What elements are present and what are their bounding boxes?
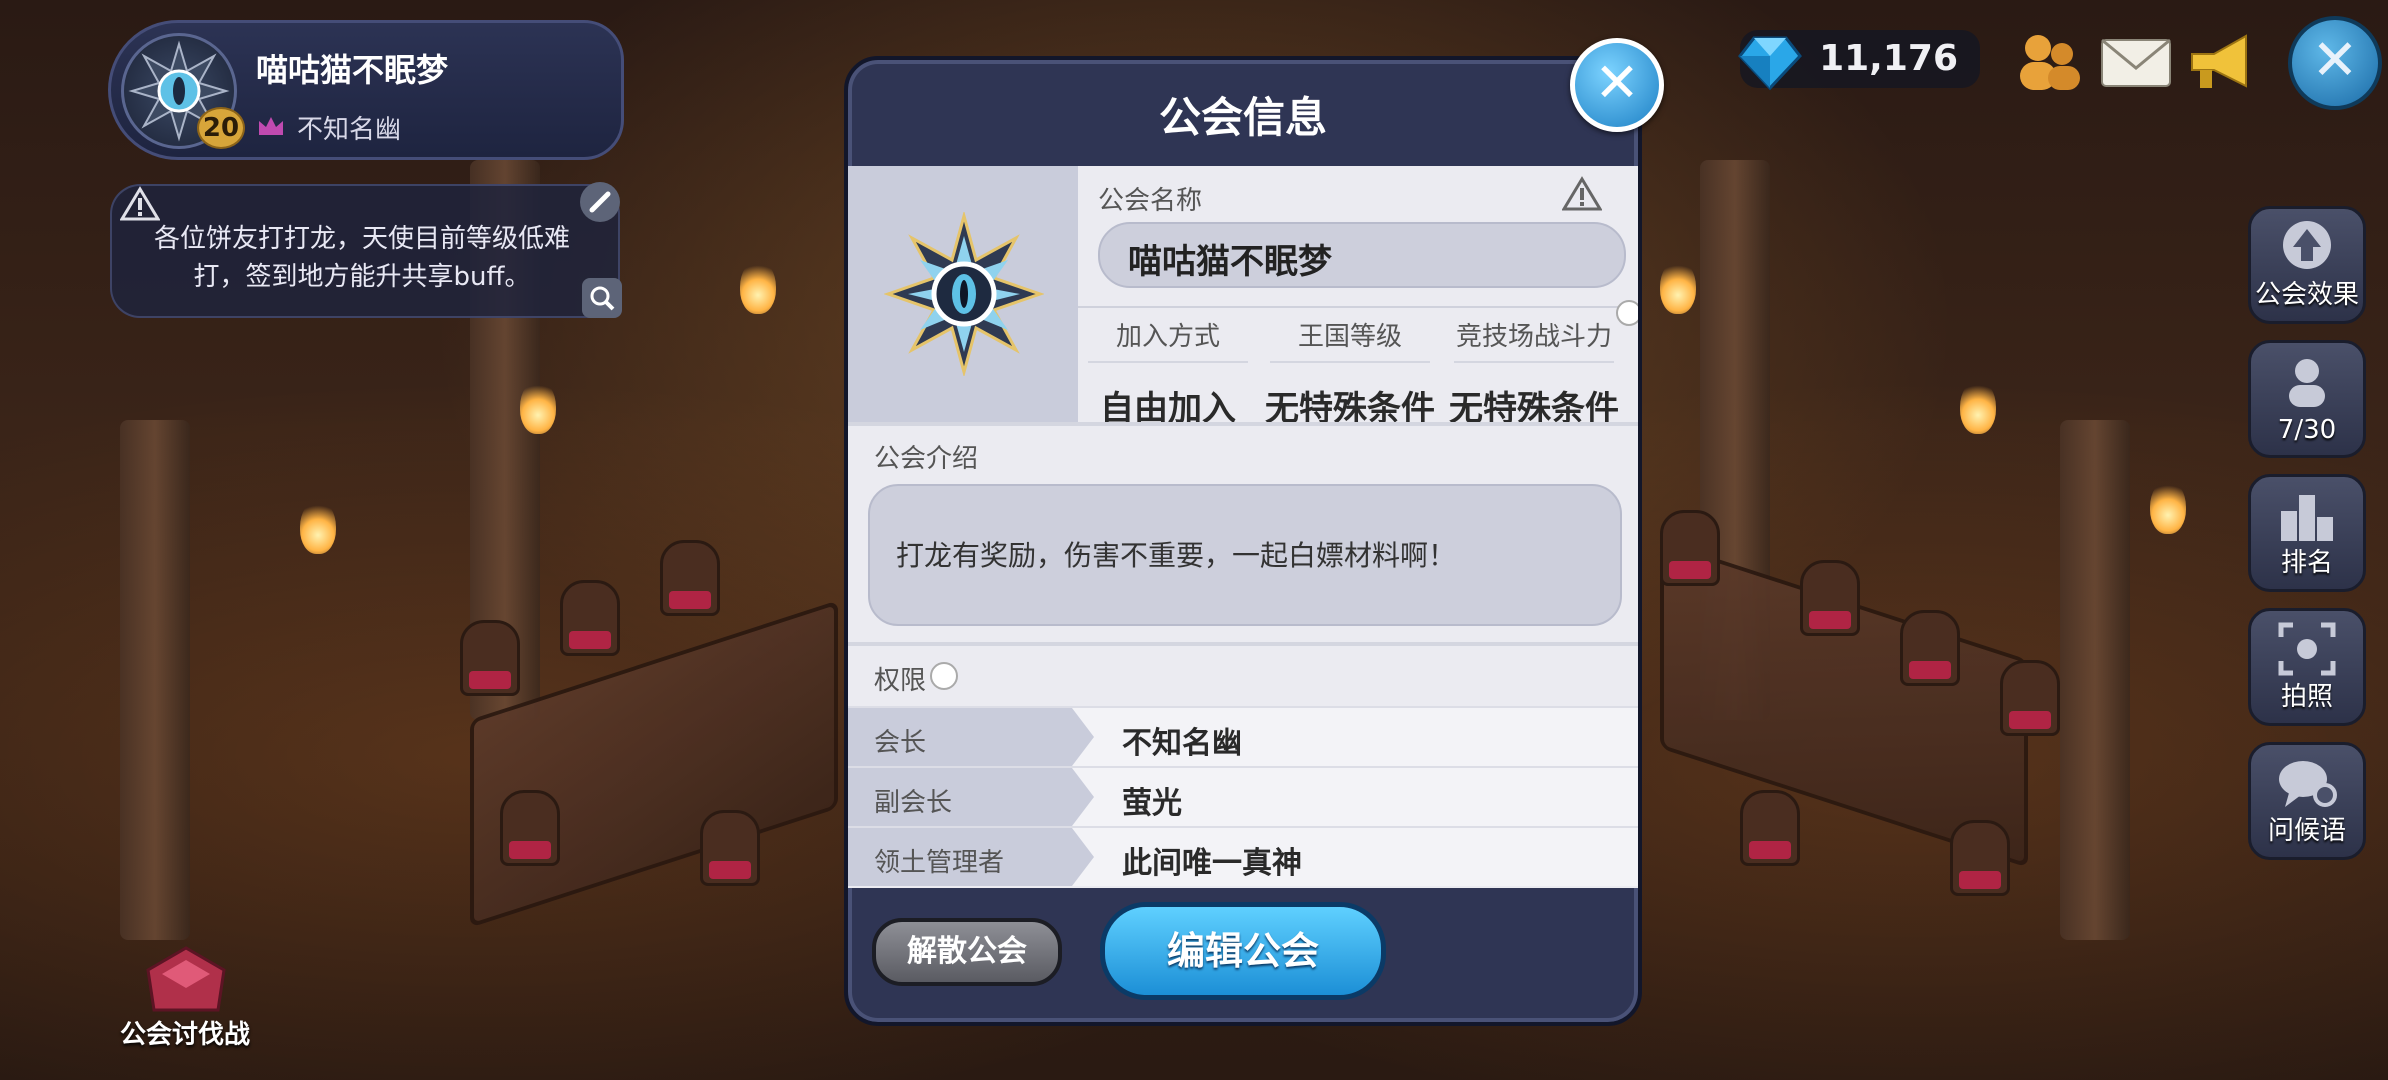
divider	[1078, 306, 1638, 308]
side-button-label: 公会效果	[2254, 280, 2359, 310]
chair	[460, 620, 520, 696]
crown-icon	[259, 117, 283, 135]
close-icon[interactable]: ✕	[1570, 38, 1664, 132]
role-tag: 副会长	[848, 768, 1094, 826]
guild-notice: 各位饼友打打龙，天使目前等级低难打，签到地方能升共享buff。	[110, 182, 622, 318]
mail-icon[interactable]	[2096, 26, 2176, 96]
divider	[848, 422, 1638, 426]
divider	[848, 642, 1638, 646]
role-label: 副会长	[874, 788, 953, 818]
role-tag: 领土管理者	[848, 828, 1094, 886]
disband-guild-button[interactable]: 解散公会	[872, 918, 1062, 986]
torch	[740, 260, 776, 314]
ranking-icon	[2281, 495, 2333, 541]
guild-intro-text: 打龙有奖励，伤害不重要，一起白嫖材料啊！	[896, 539, 1457, 572]
guild-effect-icon	[2283, 221, 2331, 269]
camera-button[interactable]: 拍照	[2248, 608, 2366, 726]
chair	[2000, 660, 2060, 736]
role-label: 会长	[874, 728, 927, 758]
edit-icon[interactable]	[580, 182, 620, 222]
pillar	[2060, 420, 2130, 940]
guild-emblem-icon	[884, 212, 1044, 376]
dialog-title: 公会信息	[1158, 93, 1327, 142]
torch	[1960, 380, 1996, 434]
chair	[1800, 560, 1860, 636]
profile-leader-name: 不知名幽	[297, 115, 402, 145]
greeting-icon	[2279, 761, 2337, 807]
attr-heading: 竞技场战斗力	[1454, 316, 1614, 363]
notice-text: 各位饼友打打龙，天使目前等级低难打，签到地方能升共享buff。	[153, 224, 570, 292]
permission-row: 领土管理者 此间唯一真神	[848, 826, 1638, 886]
level-badge: 20	[197, 107, 245, 149]
edit-guild-button[interactable]: 编辑公会	[1100, 902, 1386, 1000]
attr-heading: 王国等级	[1270, 316, 1430, 363]
join-method: 加入方式 自由加入	[1078, 316, 1258, 430]
side-button-label: 拍照	[2280, 682, 2333, 712]
search-icon[interactable]	[582, 278, 622, 318]
permission-row: 会长 不知名幽	[848, 706, 1638, 766]
member-name: 不知名幽	[1122, 726, 1242, 761]
chair	[700, 810, 760, 886]
diamond-count: 11,176	[1819, 38, 1958, 79]
member-count: 7/30	[2277, 415, 2337, 445]
guild-effect-button[interactable]: 公会效果	[2248, 206, 2366, 324]
guild-intro-label: 公会介绍	[874, 444, 979, 474]
ranking-button[interactable]: 排名	[2248, 474, 2366, 592]
member-name: 萤光	[1122, 786, 1182, 821]
chair	[500, 790, 560, 866]
pillar	[120, 420, 190, 940]
member-name: 此间唯一真神	[1122, 846, 1302, 881]
chair	[1950, 820, 2010, 896]
member-icon	[2289, 359, 2325, 407]
diamond-icon	[1738, 36, 1802, 91]
warning-icon[interactable]	[120, 186, 160, 222]
members-button[interactable]: 7/30	[2248, 340, 2366, 458]
guild-name-label: 公会名称	[1098, 186, 1203, 216]
side-button-label: 排名	[2280, 548, 2333, 578]
close-icon[interactable]: ✕	[2288, 16, 2382, 110]
megaphone-icon[interactable]	[2184, 26, 2264, 96]
torch	[300, 500, 336, 554]
guild-raid-label[interactable]: 公会讨伐战	[120, 1014, 250, 1051]
player-profile-card[interactable]: 20 喵咕猫不眠梦 不知名幽	[108, 20, 624, 160]
torch	[2150, 480, 2186, 534]
chair	[660, 540, 720, 616]
attr-heading: 加入方式	[1088, 316, 1248, 363]
permission-row: 副会长 萤光	[848, 766, 1638, 826]
greeting-button[interactable]: 问候语	[2248, 742, 2366, 860]
members-icon[interactable]	[2008, 26, 2088, 96]
diamond-currency[interactable]: 11,176	[1738, 30, 1980, 91]
torch	[1660, 260, 1696, 314]
guild-intro-box: 打龙有奖励，伤害不重要，一起白嫖材料啊！	[868, 484, 1622, 626]
guild-raid-icon[interactable]	[138, 930, 234, 1026]
guild-info-dialog: 公会信息 公会名称 喵咕猫不眠梦 加入方式 自由加入 王国等级 无特殊条件 竞技…	[844, 56, 1642, 1026]
info-icon[interactable]	[930, 662, 958, 690]
chair	[1900, 610, 1960, 686]
torch	[520, 380, 556, 434]
kingdom-level-requirement: 王国等级 无特殊条件	[1260, 316, 1440, 430]
permissions-label: 权限	[874, 666, 927, 696]
side-button-label: 问候语	[2267, 816, 2346, 846]
arena-power-requirement: 竞技场战斗力 无特殊条件	[1444, 316, 1624, 430]
guild-emblem	[848, 166, 1078, 422]
role-label: 领土管理者	[874, 848, 1005, 878]
info-icon[interactable]	[1616, 300, 1638, 326]
dialog-content: 公会名称 喵咕猫不眠梦 加入方式 自由加入 王国等级 无特殊条件 竞技场战斗力 …	[848, 166, 1638, 888]
chair	[1660, 510, 1720, 586]
camera-icon	[2278, 622, 2336, 676]
chair	[560, 580, 620, 656]
profile-name: 喵咕猫不眠梦	[256, 51, 449, 89]
chair	[1740, 790, 1800, 866]
guild-name-value: 喵咕猫不眠梦	[1128, 242, 1332, 282]
role-tag: 会长	[848, 708, 1094, 766]
guild-name-field: 喵咕猫不眠梦	[1098, 222, 1626, 288]
report-warning-icon[interactable]	[1562, 176, 1602, 212]
